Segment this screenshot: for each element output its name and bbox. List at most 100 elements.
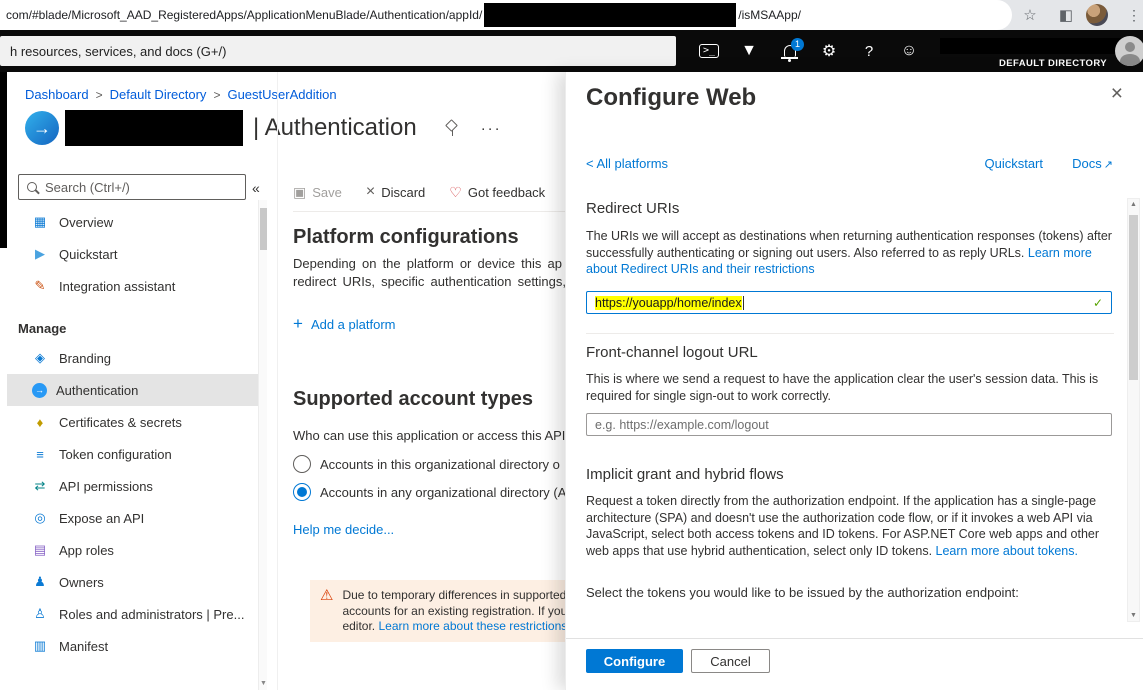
panel-footer-divider — [566, 638, 1143, 639]
command-bar: ▣ Save × Discard ♡ Got feedback — [293, 178, 557, 206]
sidebar-scrollbar[interactable]: ▼ — [258, 200, 267, 690]
text-caret — [743, 296, 744, 310]
sidebar-collapse-icon[interactable]: « — [252, 180, 260, 196]
radio-selected-icon — [293, 483, 311, 501]
global-search-input[interactable]: h resources, services, and docs (G+/) — [0, 36, 676, 66]
sidebar-item-token-configuration[interactable]: ≡ Token configuration — [7, 438, 258, 470]
sidebar-scroll-down-icon[interactable]: ▼ — [259, 680, 268, 687]
restrictions-learn-more-link[interactable]: Learn more about these restrictions. — [378, 619, 566, 633]
search-icon — [27, 182, 37, 192]
help-icon[interactable]: ? — [854, 30, 884, 72]
configure-button[interactable]: Configure — [586, 649, 683, 673]
token-configuration-icon: ≡ — [30, 447, 50, 462]
extensions-icon[interactable]: ◧ — [1052, 0, 1080, 30]
sidebar-item-owners[interactable]: ♟ Owners — [7, 566, 258, 598]
breadcrumb-separator: > — [96, 88, 103, 102]
heart-icon: ♡ — [449, 184, 462, 201]
tokens-learn-more-link[interactable]: Learn more about tokens. — [936, 544, 1078, 558]
save-icon: ▣ — [293, 184, 306, 201]
bookmark-star-icon[interactable]: ☆ — [1016, 0, 1044, 30]
radio-single-tenant[interactable]: Accounts in this organizational director… — [293, 455, 560, 473]
got-feedback-button[interactable]: ♡ Got feedback — [449, 184, 545, 201]
panel-title: Configure Web — [586, 84, 756, 112]
account-question: Who can use this application or access t… — [293, 428, 573, 443]
sidebar-search-input[interactable]: Search (Ctrl+/) — [18, 174, 246, 200]
supported-account-types-heading: Supported account types — [293, 388, 533, 411]
quickstart-link[interactable]: Quickstart — [984, 156, 1043, 171]
platform-desc-line2: redirect URIs, specific authentication s… — [293, 274, 579, 289]
warning-message-bar: ⚠ Due to temporary differences in suppor… — [310, 580, 566, 642]
logout-url-input[interactable]: e.g. https://example.com/logout — [586, 413, 1112, 436]
sidebar-item-manifest[interactable]: ▥ Manifest — [7, 630, 258, 662]
sidebar-item-api-permissions[interactable]: ⇄ API permissions — [7, 470, 258, 502]
select-tokens-text: Select the tokens you would like to be i… — [586, 585, 1118, 602]
notifications-bell-icon[interactable] — [775, 30, 805, 72]
breadcrumb-dashboard[interactable]: Dashboard — [25, 87, 89, 102]
url-text: com/#blade/Microsoft_AAD_RegisteredApps/… — [6, 8, 482, 22]
page-title-row: → | Authentication ··· — [25, 108, 502, 148]
sidebar-nav: ▦ Overview ▶ Quickstart ✎ Integration as… — [7, 206, 258, 662]
account-avatar[interactable] — [1115, 36, 1143, 66]
discard-x-icon: × — [366, 183, 375, 201]
panel-scrollbar[interactable]: ▲ ▼ — [1127, 198, 1140, 622]
sidebar-item-roles-administrators[interactable]: ♙ Roles and administrators | Pre... — [7, 598, 258, 630]
implicit-grant-description: Request a token directly from the author… — [586, 493, 1118, 559]
owners-icon: ♟ — [30, 574, 50, 590]
section-divider — [586, 333, 1114, 334]
close-icon[interactable]: × — [1111, 84, 1123, 104]
add-platform-button[interactable]: + Add a platform — [293, 314, 395, 334]
directory-filter-icon[interactable]: ▼ — [734, 30, 764, 72]
url-bar[interactable]: com/#blade/Microsoft_AAD_RegisteredApps/… — [0, 0, 1012, 30]
sidebar-item-expose-an-api[interactable]: ◎ Expose an API — [7, 502, 258, 534]
sidebar-scrollbar-thumb[interactable] — [260, 208, 267, 250]
save-button[interactable]: ▣ Save — [293, 184, 342, 201]
sidebar-section-manage: Manage — [7, 302, 258, 342]
expose-api-icon: ◎ — [30, 510, 50, 526]
breadcrumb-guestuseraddition[interactable]: GuestUserAddition — [227, 87, 336, 102]
discard-button[interactable]: × Discard — [366, 183, 425, 201]
roles-administrators-icon: ♙ — [30, 606, 50, 622]
cloud-shell-icon[interactable]: >_ — [694, 30, 724, 72]
plus-icon: + — [293, 314, 303, 334]
browser-profile-avatar[interactable] — [1086, 4, 1108, 26]
docs-link[interactable]: Docs↗ — [1072, 156, 1113, 171]
global-search-placeholder: h resources, services, and docs (G+/) — [10, 44, 226, 59]
breadcrumb-separator: > — [213, 88, 220, 102]
cancel-button[interactable]: Cancel — [691, 649, 770, 673]
sidebar-item-app-roles[interactable]: ▤ App roles — [7, 534, 258, 566]
front-channel-logout-description: This is where we send a request to have … — [586, 371, 1118, 404]
sidebar-item-certificates-secrets[interactable]: ♦ Certificates & secrets — [7, 406, 258, 438]
feedback-smiley-icon[interactable]: ☺ — [894, 30, 924, 72]
panel-scrollbar-thumb[interactable] — [1129, 215, 1138, 380]
external-link-icon: ↗ — [1104, 159, 1113, 171]
browser-menu-icon[interactable]: ⋮ — [1120, 0, 1143, 30]
directory-label: DEFAULT DIRECTORY — [999, 58, 1107, 69]
azure-ad-app-icon: → — [25, 111, 59, 145]
platform-desc-line1: Depending on the platform or device this… — [293, 256, 562, 271]
more-options-icon[interactable]: ··· — [481, 120, 502, 137]
sidebar-item-authentication[interactable]: → Authentication — [7, 374, 258, 406]
panel-scroll-down-icon[interactable]: ▼ — [1128, 612, 1139, 619]
radio-multitenant[interactable]: Accounts in any organizational directory… — [293, 483, 566, 501]
pin-icon[interactable] — [445, 120, 457, 136]
breadcrumb-default-directory[interactable]: Default Directory — [110, 87, 207, 102]
sidebar-item-branding[interactable]: ◈ Branding — [7, 342, 258, 374]
sidebar-item-quickstart[interactable]: ▶ Quickstart — [7, 238, 258, 270]
quickstart-icon: ▶ — [30, 246, 50, 262]
logout-url-placeholder: e.g. https://example.com/logout — [595, 418, 769, 432]
panel-scroll-up-icon[interactable]: ▲ — [1128, 201, 1139, 208]
sidebar-item-integration-assistant[interactable]: ✎ Integration assistant — [7, 270, 258, 302]
azure-topbar: h resources, services, and docs (G+/) >_… — [0, 30, 1143, 72]
manifest-icon: ▥ — [30, 638, 50, 654]
help-me-decide-link[interactable]: Help me decide... — [293, 522, 394, 537]
redirect-uris-description: The URIs we will accept as destinations … — [586, 228, 1118, 278]
configure-web-panel: Configure Web × < All platforms Quicksta… — [565, 72, 1143, 690]
integration-assistant-icon: ✎ — [30, 278, 50, 294]
redirect-uri-input[interactable]: https://youapp/home/index ✓ — [586, 291, 1112, 314]
all-platforms-back-link[interactable]: < All platforms — [586, 156, 668, 171]
app-roles-icon: ▤ — [30, 542, 50, 558]
settings-gear-icon[interactable]: ⚙ — [814, 30, 844, 72]
implicit-grant-heading: Implicit grant and hybrid flows — [586, 466, 784, 483]
redirect-uris-heading: Redirect URIs — [586, 200, 679, 217]
sidebar-item-overview[interactable]: ▦ Overview — [7, 206, 258, 238]
